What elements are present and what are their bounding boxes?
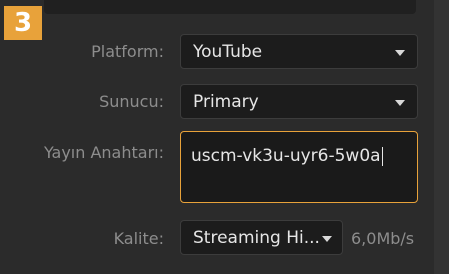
window-edge <box>434 0 449 274</box>
quality-label: Kalite: <box>113 229 164 248</box>
platform-value: YouTube <box>193 41 263 62</box>
stream-key-label: Yayın Anahtarı: <box>43 143 164 162</box>
step-badge: 3 <box>4 6 42 40</box>
platform-label: Platform: <box>91 42 164 61</box>
chevron-down-icon <box>395 50 405 56</box>
quality-dropdown[interactable]: Streaming Hi... <box>180 220 343 255</box>
top-divider <box>44 0 416 14</box>
chevron-down-icon <box>395 100 405 106</box>
server-dropdown[interactable]: Primary <box>180 84 418 119</box>
stream-key-value: uscm-vk3u-uyr6-5w0a <box>191 146 381 166</box>
streaming-settings-panel: 3 Platform: YouTube Sunucu: Primary Yayı… <box>0 0 435 274</box>
stream-key-field[interactable]: uscm-vk3u-uyr6-5w0a <box>180 131 418 203</box>
text-cursor <box>381 146 383 166</box>
quality-value: Streaming Hi... <box>193 227 320 248</box>
bitrate-value: 6,0Mb/s <box>351 229 415 248</box>
server-label: Sunucu: <box>99 92 164 111</box>
server-value: Primary <box>193 91 259 112</box>
chevron-down-icon <box>322 236 332 242</box>
platform-dropdown[interactable]: YouTube <box>180 34 418 69</box>
